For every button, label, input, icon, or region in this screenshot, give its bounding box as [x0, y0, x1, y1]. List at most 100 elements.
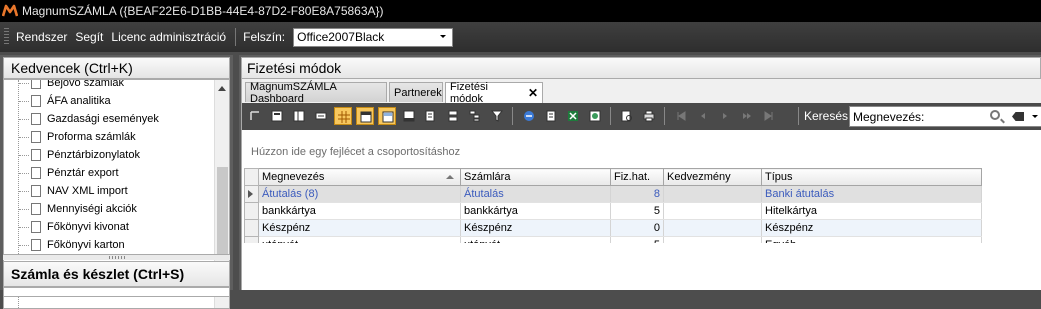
favorites-item-label: Főkönyvi karton [47, 239, 125, 251]
cell-tipus[interactable]: Banki átutalás [761, 185, 982, 203]
favorites-item[interactable]: Főkönyvi kivonat [31, 218, 129, 236]
close-icon[interactable]: ✕ [528, 86, 538, 100]
export-excel-button[interactable] [564, 107, 582, 125]
document-icon [31, 203, 41, 215]
favorites-item-label: Bejövő számlák [47, 79, 125, 89]
cell-fizhat[interactable]: 5 [610, 202, 664, 220]
cell-kedvezmeny[interactable] [663, 185, 762, 203]
column-header-megnevezes[interactable]: Megnevezés [258, 168, 461, 186]
table-row[interactable]: Átutalás (8) Átutalás 8 Banki átutalás [244, 185, 982, 203]
favorites-item[interactable]: Pénztár export [31, 164, 119, 182]
collapse-button[interactable] [312, 107, 330, 125]
panel-splitter[interactable] [3, 254, 230, 260]
favorites-header[interactable]: Kedvencek (Ctrl+K) [3, 57, 230, 79]
left-panel: Kedvencek (Ctrl+K) Bejövő számlák ÁFA an… [0, 55, 233, 309]
tree-view-button[interactable] [466, 107, 484, 125]
tab-label: Fizetési módok [450, 81, 488, 105]
table-row[interactable]: Készpénz Készpénz 0 Készpénz [244, 219, 982, 237]
print-icon[interactable] [640, 107, 658, 125]
grid-empty-space [242, 243, 1041, 290]
cell-kedvezmeny[interactable] [663, 202, 762, 220]
document-icon [31, 167, 41, 179]
theme-label: Felszín: [243, 30, 286, 44]
export-button[interactable] [520, 107, 538, 125]
first-record-icon[interactable] [672, 107, 690, 125]
document-icon [31, 131, 41, 143]
tree-branch [19, 245, 29, 246]
export-text-button[interactable] [542, 107, 560, 125]
scrollbar-thumb[interactable] [217, 167, 228, 256]
tab-strip: MagnumSZÁMLA Dashboard Partnerek Fizetés… [241, 79, 1041, 105]
document-icon [31, 185, 41, 197]
cell-tipus[interactable]: Hitelkártya [761, 202, 982, 220]
next-page-icon[interactable] [738, 107, 756, 125]
cell-szamlara[interactable]: Készpénz [460, 219, 611, 237]
row-indicator [244, 219, 259, 237]
favorites-item[interactable]: Gazdasági események [31, 110, 159, 128]
prev-record-icon[interactable] [694, 107, 712, 125]
favorites-item-label: Pénztárbizonylatok [47, 149, 140, 161]
toolbar-separator [664, 107, 665, 125]
column-header-kedvezmeny[interactable]: Kedvezmény [663, 168, 762, 186]
cell-megnevezes[interactable]: Átutalás (8) [258, 185, 461, 203]
row-indicator [244, 185, 259, 203]
document-icon [31, 239, 41, 251]
toolbar-separator [798, 107, 799, 125]
document-icon [31, 149, 41, 161]
tab-fizetesi-modok[interactable]: Fizetési módok ✕ [445, 81, 543, 105]
cell-megnevezes[interactable]: Készpénz [258, 219, 461, 237]
cell-fizhat[interactable]: 8 [610, 185, 664, 203]
favorites-item[interactable]: Bejövő számlák [31, 79, 125, 92]
column-header-szamlara[interactable]: Számlára [460, 168, 611, 186]
favorites-item[interactable]: ÁFA analitika [31, 92, 111, 110]
cell-megnevezes[interactable]: bankkártya [258, 202, 461, 220]
tree-branch [19, 173, 29, 174]
last-record-icon[interactable] [760, 107, 778, 125]
grid-lines-button[interactable] [334, 107, 352, 125]
toolbar-separator [610, 107, 611, 125]
cell-szamlara[interactable]: bankkártya [460, 202, 611, 220]
preview-button[interactable] [422, 107, 440, 125]
tree-branch [19, 83, 29, 84]
group-panel[interactable]: Húzzon ide egy fejlécet a csoportosításh… [242, 130, 1041, 168]
row-height-button[interactable] [444, 107, 462, 125]
favorites-item[interactable]: Mennyiségi akciók [31, 200, 137, 218]
favorites-item[interactable]: NAV XML import [31, 182, 128, 200]
print-preview-button[interactable] [268, 107, 286, 125]
column-header-fizhat[interactable]: Fiz.hat. [610, 168, 664, 186]
page-setup-button[interactable] [618, 107, 636, 125]
columns-button[interactable] [290, 107, 308, 125]
menu-licenc[interactable]: Licenc adminisztráció [108, 30, 229, 44]
search-input[interactable]: Megnevezés: [849, 106, 1041, 127]
cell-tipus[interactable]: Készpénz [761, 219, 982, 237]
column-header-label: Fiz.hat. [614, 171, 651, 183]
column-header-tipus[interactable]: Típus [761, 168, 982, 186]
menu-rendszer[interactable]: Rendszer [13, 30, 70, 44]
clear-icon[interactable] [1012, 112, 1024, 121]
header-button[interactable] [356, 107, 374, 125]
theme-select[interactable]: Office2007Black [293, 27, 454, 47]
cell-szamlara[interactable]: Átutalás [460, 185, 611, 203]
footer-button[interactable] [400, 107, 418, 125]
menu-segit[interactable]: Segít [72, 30, 106, 44]
szamla-keszlet-header[interactable]: Számla és készlet (Ctrl+S) [3, 261, 230, 287]
search-icon[interactable] [990, 110, 1000, 120]
next-record-icon[interactable] [716, 107, 734, 125]
grip-icon [109, 256, 125, 259]
cell-fizhat[interactable]: 0 [610, 219, 664, 237]
export-html-button[interactable] [586, 107, 604, 125]
page-title: Fizetési módok [241, 57, 1041, 79]
group-panel-button[interactable] [378, 107, 396, 125]
tab-dashboard[interactable]: MagnumSZÁMLA Dashboard [245, 81, 387, 105]
app-logo-icon [1, 3, 19, 19]
tab-partnerek[interactable]: Partnerek [389, 82, 443, 102]
filter-button[interactable] [488, 107, 506, 125]
pin-button[interactable] [246, 107, 264, 125]
cell-kedvezmeny[interactable] [663, 219, 762, 237]
table-row[interactable]: bankkártya bankkártya 5 Hitelkártya [244, 202, 982, 220]
chevron-down-icon[interactable] [1032, 115, 1038, 118]
favorites-item[interactable]: Pénztárbizonylatok [31, 146, 140, 164]
favorites-item[interactable]: Főkönyvi karton [31, 236, 125, 254]
scroll-up-icon[interactable] [218, 86, 226, 91]
favorites-item[interactable]: Proforma számlák [31, 128, 136, 146]
